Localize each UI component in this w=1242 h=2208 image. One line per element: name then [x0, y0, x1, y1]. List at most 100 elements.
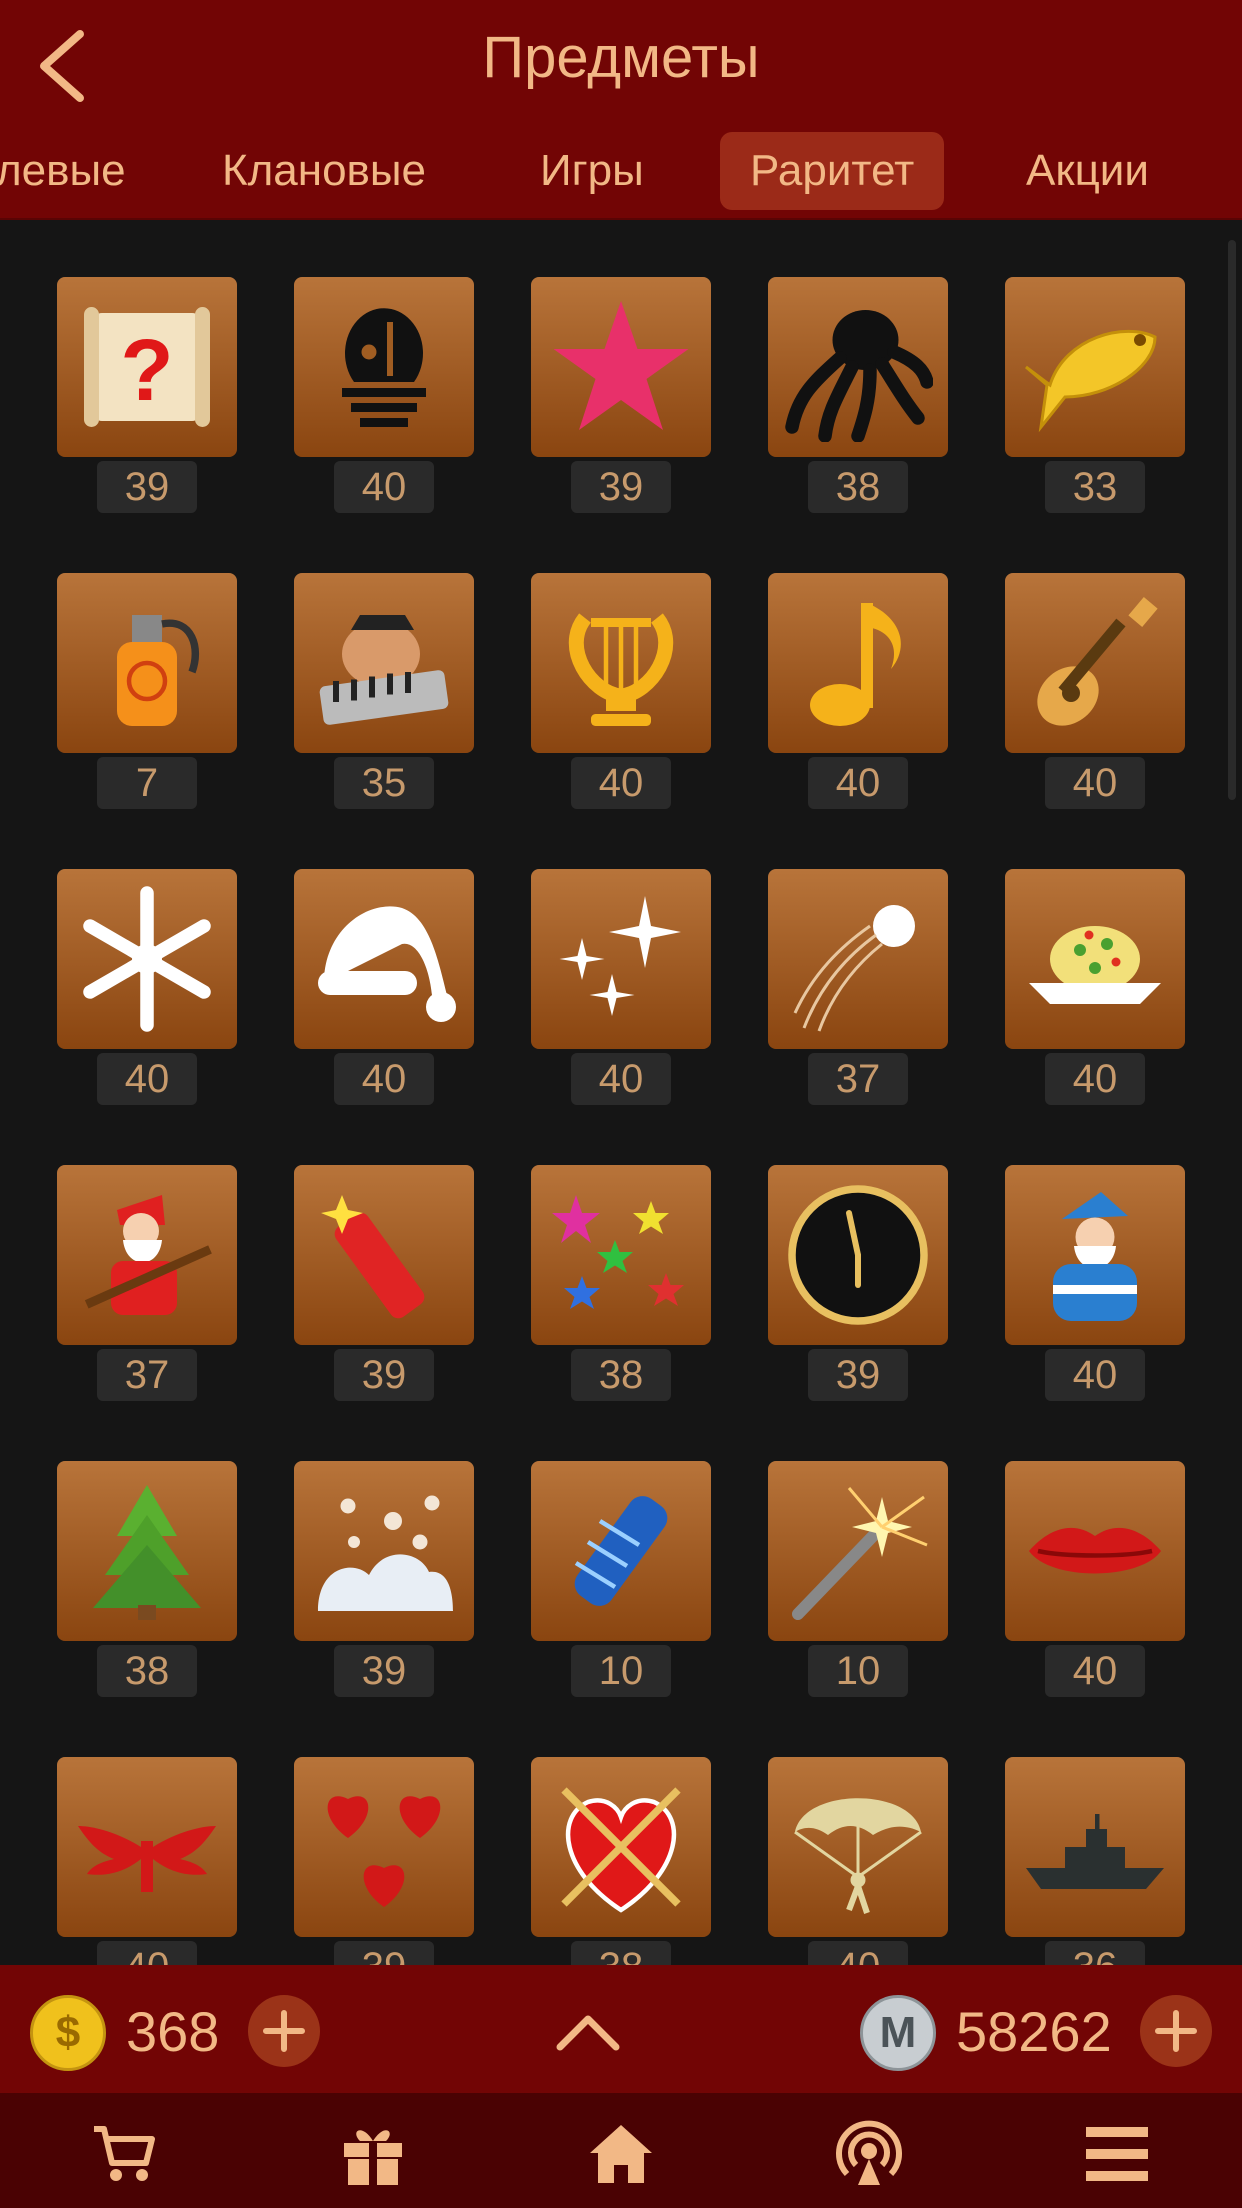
tab-rarity[interactable]: Раритет	[720, 132, 945, 210]
item-count: 40	[1045, 1645, 1145, 1697]
salad-icon[interactable]	[1005, 869, 1185, 1049]
item-cell[interactable]: 35	[294, 573, 474, 823]
money-balance: 58262	[956, 2000, 1112, 2063]
item-count: 37	[808, 1053, 908, 1105]
guitar-icon[interactable]	[1005, 573, 1185, 753]
item-cell[interactable]: 40	[57, 869, 237, 1119]
item-cell[interactable]: 38	[57, 1461, 237, 1711]
coin-balance: 368	[126, 2000, 220, 2063]
starfish-icon[interactable]	[531, 277, 711, 457]
scrollbar[interactable]	[1228, 240, 1236, 800]
firecracker-icon[interactable]	[531, 1461, 711, 1641]
item-cell[interactable]: 36	[1005, 1757, 1185, 1965]
plus-icon	[1155, 2010, 1197, 2052]
item-count: 10	[808, 1645, 908, 1697]
item-count: 38	[571, 1349, 671, 1401]
money-icon: M	[860, 1995, 936, 2071]
chevron-up-icon[interactable]	[556, 2011, 620, 2051]
item-cell[interactable]: 38	[531, 1757, 711, 1965]
shopping-cart-icon[interactable]	[90, 2119, 160, 2189]
item-cell[interactable]: 40	[57, 1757, 237, 1965]
item-cell[interactable]: 40	[1005, 573, 1185, 823]
ded-moroz-icon[interactable]	[1005, 1165, 1185, 1345]
item-cell[interactable]: 40	[1005, 1461, 1185, 1711]
item-cell[interactable]: 40	[294, 277, 474, 527]
add-coins-button[interactable]	[248, 1995, 320, 2067]
item-cell[interactable]: 40	[1005, 1165, 1185, 1415]
item-cell[interactable]: 10	[768, 1461, 948, 1711]
item-cell[interactable]: 39	[294, 1165, 474, 1415]
tab-clan[interactable]: Клановые	[222, 132, 426, 210]
parachute-icon[interactable]	[768, 1757, 948, 1937]
item-cell[interactable]: 39	[294, 1757, 474, 1965]
christmas-tree-icon[interactable]	[57, 1461, 237, 1641]
octopus-icon[interactable]	[768, 277, 948, 457]
lips-icon[interactable]	[1005, 1461, 1185, 1641]
broadcast-icon[interactable]	[834, 2119, 904, 2189]
item-cell[interactable]: 40	[294, 869, 474, 1119]
add-money-button[interactable]	[1140, 1995, 1212, 2067]
music-note-icon[interactable]	[768, 573, 948, 753]
dynamite-icon[interactable]	[294, 1165, 474, 1345]
tab-promotions[interactable]: Акции	[1026, 132, 1149, 210]
item-count: 10	[571, 1645, 671, 1697]
home-icon[interactable]	[586, 2119, 656, 2189]
item-count: 37	[97, 1349, 197, 1401]
item-cell[interactable]: 39	[531, 277, 711, 527]
menu-icon[interactable]	[1082, 2119, 1152, 2189]
heart-arrows-icon[interactable]	[531, 1757, 711, 1937]
sparkles-icon[interactable]	[531, 869, 711, 1049]
item-count: 38	[571, 1941, 671, 1965]
item-count: 40	[571, 1053, 671, 1105]
santa-hat-icon[interactable]	[294, 869, 474, 1049]
wallet-bar: $ 368 M 58262	[0, 1965, 1242, 2093]
item-cell[interactable]: 7	[57, 573, 237, 823]
item-count: 40	[808, 757, 908, 809]
gift-icon[interactable]	[338, 2119, 408, 2189]
item-cell[interactable]: 37	[768, 869, 948, 1119]
item-count: 38	[808, 461, 908, 513]
tab-games[interactable]: Игры	[540, 132, 644, 210]
item-cell[interactable]: 38	[768, 277, 948, 527]
golden-fish-icon[interactable]	[1005, 277, 1185, 457]
item-cell[interactable]: 38	[531, 1165, 711, 1415]
three-hearts-icon[interactable]	[294, 1757, 474, 1937]
sparkler-icon[interactable]	[768, 1461, 948, 1641]
item-cell[interactable]: 40	[768, 573, 948, 823]
item-count: 40	[1045, 757, 1145, 809]
item-count: 40	[1045, 1053, 1145, 1105]
item-cell[interactable]: 37	[57, 1165, 237, 1415]
santa-with-gun-icon[interactable]	[57, 1165, 237, 1345]
item-cell[interactable]: 40	[768, 1757, 948, 1965]
snowdrift-icon[interactable]	[294, 1461, 474, 1641]
item-count: 40	[97, 1053, 197, 1105]
fish-skeleton-emblem-icon[interactable]	[294, 277, 474, 457]
items-grid[interactable]: ? 39 40 39 38 33 7 35 40 40 40 40 40 40 37 40 37 39 38 39 40…	[0, 220, 1242, 1965]
item-count: 39	[334, 1941, 434, 1965]
coin-icon: $	[30, 1995, 106, 2071]
item-cell[interactable]: 40	[1005, 869, 1185, 1119]
item-count: 40	[808, 1941, 908, 1965]
snowflake-icon[interactable]	[57, 869, 237, 1049]
item-cell[interactable]: 39	[768, 1165, 948, 1415]
cat-piano-icon[interactable]	[294, 573, 474, 753]
scroll-question-icon[interactable]: ?	[57, 277, 237, 457]
item-cell[interactable]: 39	[294, 1461, 474, 1711]
lyre-icon[interactable]	[531, 573, 711, 753]
svg-text:?: ?	[120, 322, 173, 419]
spray-bottle-icon[interactable]	[57, 573, 237, 753]
tab-levye[interactable]: левые	[0, 132, 126, 210]
warship-icon[interactable]	[1005, 1757, 1185, 1937]
item-cell[interactable]: 40	[531, 573, 711, 823]
item-cell[interactable]: 33	[1005, 277, 1185, 527]
wings-icon[interactable]	[57, 1757, 237, 1937]
item-count: 38	[97, 1645, 197, 1697]
item-cell[interactable]: 40	[531, 869, 711, 1119]
item-count: 40	[1045, 1349, 1145, 1401]
item-cell[interactable]: 10	[531, 1461, 711, 1711]
clock-icon[interactable]	[768, 1165, 948, 1345]
confetti-icon[interactable]	[531, 1165, 711, 1345]
item-count: 35	[334, 757, 434, 809]
item-cell[interactable]: ? 39	[57, 277, 237, 527]
snowball-icon[interactable]	[768, 869, 948, 1049]
